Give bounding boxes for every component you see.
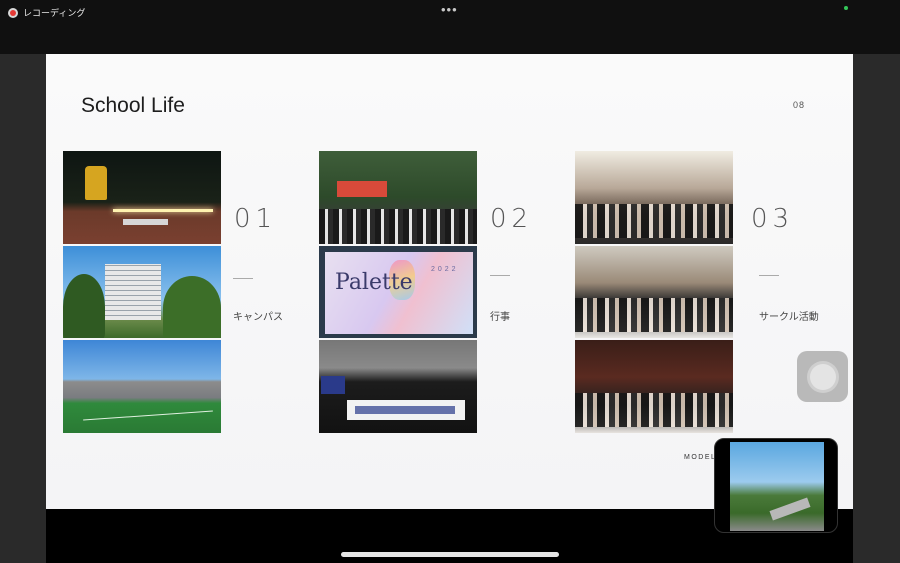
home-indicator[interactable]: [341, 552, 559, 557]
circle-party-photo: [575, 340, 733, 434]
section-number-01: 01: [234, 204, 278, 234]
campus-gate-night-photo: [63, 151, 221, 244]
palette-event-photo: Palette 2022: [319, 245, 477, 339]
assistive-touch-icon[interactable]: [797, 351, 848, 402]
circle-group-photo: [575, 245, 733, 339]
page-number: 08: [793, 100, 806, 110]
section-label-circle: サークル活動: [759, 312, 819, 323]
more-dots-icon[interactable]: •••: [441, 2, 458, 17]
group-banner-photo: [319, 340, 477, 434]
palette-title-text: Palette: [335, 269, 413, 295]
campus-photo-column: [63, 151, 221, 434]
circle-dinner-photo: [575, 151, 733, 244]
section-number-03: 03: [751, 204, 795, 234]
campus-building-photo: [63, 245, 221, 339]
picture-in-picture-video[interactable]: [714, 438, 838, 533]
record-icon: [8, 7, 18, 18]
slide-title: School Life: [81, 94, 185, 117]
section-label-events: 行事: [490, 312, 510, 323]
section-number-02: 02: [490, 204, 534, 234]
section-divider-02: [490, 275, 510, 276]
section-divider-03: [759, 275, 779, 276]
section-label-campus: キャンパス: [233, 312, 283, 323]
pip-video-frame: [730, 442, 824, 531]
right-letterbox: [853, 0, 900, 563]
events-photo-column: Palette 2022: [319, 151, 477, 434]
festival-crowd-photo: [319, 151, 477, 244]
recording-label: レコーディング: [23, 8, 86, 18]
left-letterbox: [0, 0, 46, 563]
section-divider-01: [233, 278, 253, 279]
circle-photo-column: [575, 151, 733, 434]
palette-year-text: 2022: [431, 265, 459, 273]
camera-active-indicator: [844, 6, 848, 10]
recording-indicator[interactable]: レコーディング: [8, 6, 85, 19]
campus-field-photo: [63, 340, 221, 434]
